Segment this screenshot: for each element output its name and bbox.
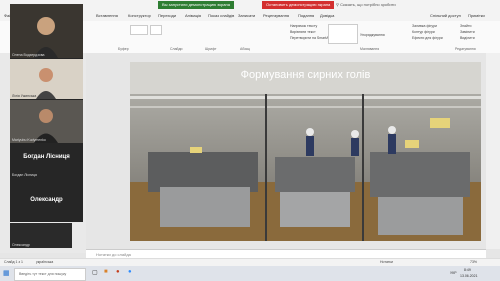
zoom-app-icon[interactable]: ●: [128, 269, 132, 275]
notes-toggle-button[interactable]: Нотатки: [380, 260, 393, 264]
group-editing: Редагування: [455, 47, 476, 51]
participant-tile[interactable]: Mariyubu Kudymenko: [10, 100, 83, 143]
avatar: [34, 109, 58, 143]
avatar: [36, 68, 56, 99]
participant-big-name: Олександр: [30, 197, 63, 203]
clock-date[interactable]: 13.06.2021: [460, 274, 478, 278]
participant-big-name: Богдан Лісниця: [23, 154, 70, 160]
zoom-level[interactable]: 73%: [470, 260, 477, 264]
clock-time[interactable]: 8:49: [464, 268, 471, 272]
share-button[interactable]: Спільний доступ: [430, 13, 461, 18]
language-indicator[interactable]: українська: [36, 260, 53, 264]
participant-tile[interactable]: Олександр: [10, 223, 72, 248]
windows-start-icon[interactable]: ▦: [3, 269, 10, 277]
replace-button[interactable]: Замінити: [460, 30, 475, 34]
arrange-button[interactable]: Упорядкування: [360, 33, 385, 37]
tab-record[interactable]: Записати: [238, 13, 255, 18]
tab-help[interactable]: Довідка: [320, 13, 334, 18]
group-drawing: Малювання: [360, 47, 380, 51]
group-paragraph: Абзац: [240, 47, 250, 51]
slide-title[interactable]: Формування сирних голів: [130, 69, 481, 81]
font-name-box[interactable]: [130, 25, 148, 35]
participant-name: Олександр: [12, 243, 30, 247]
text-direction-button[interactable]: Напрямок тексту: [290, 24, 317, 28]
tab-view[interactable]: Подання: [298, 13, 314, 18]
keyboard-language[interactable]: УКР: [450, 271, 457, 275]
tab-transitions[interactable]: Переходи: [158, 13, 176, 18]
taskbar-search-text: Введіть тут текст для пошуку: [19, 272, 67, 276]
slide-counter: Слайд 1 з 1: [4, 260, 23, 264]
participant-name: Mariyubu Kudymenko: [12, 138, 46, 142]
taskbar: ▦ Введіть тут текст для пошуку ▢ ■ ● ● У…: [0, 266, 500, 281]
factory-photo: [130, 62, 481, 241]
participant-tile[interactable]: Олена Водзердзова: [10, 4, 83, 58]
participant-name: Лілія Ужинська: [12, 94, 37, 98]
comments-button[interactable]: Примітки: [468, 13, 485, 18]
group-font: Шрифт: [205, 47, 217, 51]
shape-effects-button[interactable]: Ефекти для фігури: [412, 36, 443, 40]
slide-canvas[interactable]: Формування сирних голів: [130, 62, 481, 241]
select-button[interactable]: Виділити: [460, 36, 475, 40]
tab-animations[interactable]: Анімація: [185, 13, 201, 18]
shape-fill-button[interactable]: Заливка фігури: [412, 24, 437, 28]
file-explorer-icon[interactable]: ■: [104, 269, 108, 275]
taskbar-search[interactable]: Введіть тут текст для пошуку: [14, 268, 86, 281]
tab-slideshow[interactable]: Показ слайдів: [208, 13, 234, 18]
tab-review[interactable]: Рецензування: [263, 13, 289, 18]
shape-outline-button[interactable]: Контур фігури: [412, 30, 435, 34]
tell-me-search[interactable]: ⚲ Сказать, що потрібно зробити: [336, 2, 396, 7]
vertical-scrollbar[interactable]: [486, 53, 500, 249]
tab-design[interactable]: Конструктор: [128, 13, 151, 18]
find-button[interactable]: Знайти: [460, 24, 472, 28]
stop-share-button[interactable]: Остановить демонстрацию экрана: [262, 1, 335, 9]
align-text-button[interactable]: Вирівняти текст: [290, 30, 316, 34]
lightbulb-icon: ⚲: [336, 2, 339, 7]
tell-me-text: Сказать, що потрібно зробити: [340, 2, 396, 7]
group-clipboard: Буфер: [118, 47, 129, 51]
screen-share-text: Вы запустили демонстрацию экрана: [162, 2, 230, 7]
smartart-button[interactable]: Перетворити на SmartArt: [290, 36, 331, 40]
shapes-gallery[interactable]: [328, 24, 358, 44]
font-size-box[interactable]: [150, 25, 162, 35]
taskview-icon[interactable]: ▢: [92, 269, 98, 276]
powerpoint-icon[interactable]: ●: [116, 269, 120, 275]
video-call-panel: Олена Водзердзова Лілія Ужинська Mariyub…: [10, 4, 83, 222]
participant-tile[interactable]: Лілія Ужинська: [10, 59, 83, 99]
notes-placeholder: Нотатки до слайда: [96, 252, 131, 257]
tab-insert[interactable]: Вставлення: [96, 13, 118, 18]
screen-share-banner: Вы запустили демонстрацию экрана: [158, 1, 234, 9]
group-slides: Слайди: [170, 47, 183, 51]
stop-share-text: Остановить демонстрацию экрана: [266, 2, 331, 7]
avatar: [34, 17, 58, 58]
participant-name: Богдан Лісниця: [12, 173, 37, 177]
participant-name: Олена Водзердзова: [12, 53, 45, 57]
